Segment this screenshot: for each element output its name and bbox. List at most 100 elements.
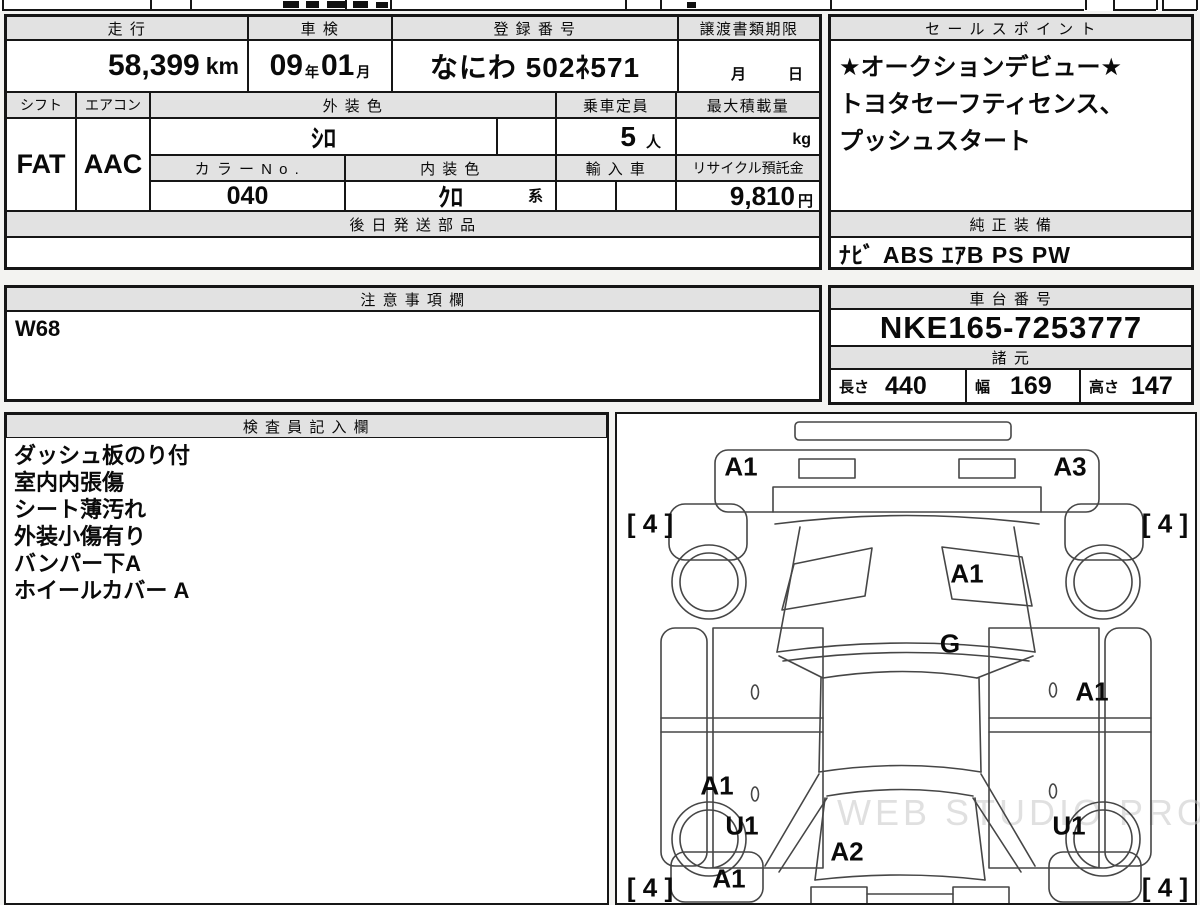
- inspection-header: 車 検: [248, 16, 392, 40]
- auction-sheet: 走 行 車 検 登 録 番 号 譲渡書類期限 58,399 km 09 年 01…: [0, 0, 1200, 905]
- equipment-value: ﾅﾋﾞ ABS ｴｱB PS PW: [839, 241, 1071, 268]
- recycle-header: リサイクル預託金: [676, 155, 820, 181]
- color-no-header: カ ラ ー N o .: [150, 155, 345, 181]
- damage-mark: U1: [725, 810, 759, 841]
- capacity-value: 5: [620, 120, 636, 152]
- spec-length-value: 440: [885, 371, 927, 400]
- aircon-value: AAC: [83, 149, 143, 179]
- sales-point-line: トヨタセーフティセンス、: [839, 91, 1124, 118]
- transfer-month-label: 月: [730, 66, 746, 83]
- notes-header: 注 意 事 項 欄: [6, 287, 820, 311]
- chassis-value-cell: NKE165-7253777: [830, 309, 1192, 346]
- damage-mark: U1: [1052, 810, 1086, 841]
- registration-value: なにわ 502ﾈ571: [429, 52, 641, 83]
- transfer-value-cell: 月 日: [678, 40, 820, 92]
- spec-length-cell: 長さ 440: [830, 369, 966, 403]
- damage-mark: A1: [712, 863, 746, 894]
- inspection-value-cell: 09 年 01 月: [248, 40, 392, 92]
- mileage-value: 58,399: [107, 49, 200, 82]
- shift-value: FAT: [16, 149, 66, 179]
- spec-height-label: 高さ: [1089, 378, 1120, 396]
- chassis-specs-box: 車 台 番 号 NKE165-7253777 諸 元 長さ 440 幅 169 …: [828, 285, 1194, 405]
- damage-mark: A1: [700, 770, 734, 801]
- main-info-table: 走 行 車 検 登 録 番 号 譲渡書類期限 58,399 km 09 年 01…: [4, 14, 822, 270]
- sales-points-content: ★オークションデビュー★ トヨタセーフティセンス、 プッシュスタート: [830, 40, 1192, 211]
- mileage-value-cell: 58,399 km: [6, 40, 248, 92]
- recycle-value-cell: 9,810 円: [676, 181, 820, 211]
- chassis-value: NKE165-7253777: [879, 309, 1143, 345]
- inspector-line: ダッシュ板のり付: [14, 443, 191, 468]
- notes-content: W68: [6, 311, 820, 400]
- exterior-color-empty-cell: [497, 118, 556, 155]
- sales-points-header: セ ー ル ス ポ イ ン ト: [830, 16, 1192, 40]
- interior-color-suffix: 系: [527, 188, 543, 205]
- inspection-month: 01: [321, 49, 355, 82]
- inspector-line: ホイールカバー A: [14, 578, 190, 603]
- import-empty-cell-1: [556, 181, 616, 211]
- sales-points-box: セ ー ル ス ポ イ ン ト ★オークションデビュー★ トヨタセーフティセンス…: [828, 14, 1194, 270]
- transfer-day-label: 日: [787, 66, 803, 83]
- damage-mark: A3: [1053, 451, 1087, 482]
- transfer-docs-header: 譲渡書類期限: [678, 16, 820, 40]
- specs-header: 諸 元: [830, 346, 1192, 369]
- notes-value: W68: [15, 316, 61, 341]
- damage-mark: A1: [950, 558, 984, 589]
- interior-color-value-cell: ｸﾛ 系: [345, 181, 556, 211]
- damage-mark: [ 4 ]: [1141, 872, 1189, 903]
- inspector-line: バンパー下A: [14, 551, 141, 576]
- import-car-header: 輸 入 車: [556, 155, 676, 181]
- shift-header: シフト: [6, 92, 76, 118]
- capacity-value-cell: 5 人: [556, 118, 676, 155]
- cutoff-row: [0, 0, 1200, 11]
- spec-width-cell: 幅 169: [966, 369, 1080, 403]
- interior-color-value: ｸﾛ: [437, 184, 463, 211]
- inspector-line: 外装小傷有り: [14, 524, 147, 549]
- inspection-year: 09: [269, 49, 303, 82]
- registration-value-cell: なにわ 502ﾈ571: [392, 40, 678, 92]
- spec-width-value: 169: [1010, 371, 1052, 400]
- import-empty-cell-2: [616, 181, 676, 211]
- damage-mark: [ 4 ]: [1141, 508, 1189, 539]
- spec-height-cell: 高さ 147: [1080, 369, 1192, 403]
- sales-point-line: プッシュスタート: [839, 128, 1031, 155]
- max-load-value-cell: kg: [676, 118, 820, 155]
- chassis-header: 車 台 番 号: [830, 287, 1192, 309]
- later-parts-header: 後 日 発 送 部 品: [6, 211, 820, 237]
- damage-diagram-box: WEB STUDIO PRO A1 A3 [4] [4] A1 G A1…: [615, 412, 1200, 905]
- damage-mark: G: [939, 628, 961, 659]
- recycle-value: 9,810: [729, 181, 795, 211]
- damage-mark: [ 4 ]: [626, 508, 674, 539]
- aircon-header: エアコン: [76, 92, 150, 118]
- damage-mark: A1: [724, 451, 758, 482]
- equipment-value-cell: ﾅﾋﾞ ABS ｴｱB PS PW: [830, 237, 1192, 268]
- damage-mark: A1: [1075, 676, 1109, 707]
- shift-value-cell: FAT: [6, 118, 76, 211]
- sales-point-line: ★オークションデビュー★: [839, 54, 1123, 81]
- damage-mark: A2: [830, 836, 864, 867]
- inspector-header: 検 査 員 記 入 欄: [6, 414, 607, 438]
- capacity-unit: 人: [645, 134, 661, 151]
- equipment-header: 純 正 装 備: [830, 211, 1192, 237]
- inspector-line: 室内内張傷: [14, 470, 125, 495]
- color-no-value: 040: [226, 181, 269, 210]
- spec-height-value: 147: [1131, 371, 1173, 400]
- inspector-line: シート薄汚れ: [14, 497, 147, 522]
- damage-mark: [ 4 ]: [626, 872, 674, 903]
- inspection-month-suffix: 月: [356, 64, 371, 80]
- exterior-color-value: ｼﾛ: [310, 124, 336, 153]
- spec-width-label: 幅: [975, 378, 991, 396]
- recycle-unit: 円: [797, 192, 813, 210]
- capacity-header: 乗車定員: [556, 92, 676, 118]
- inspector-box: 検 査 員 記 入 欄 ダッシュ板のり付 室内内張傷 シート薄汚れ 外装小傷有り…: [4, 412, 609, 905]
- registration-header: 登 録 番 号: [392, 16, 678, 40]
- interior-color-header: 内 装 色: [345, 155, 556, 181]
- max-load-header: 最大積載量: [676, 92, 820, 118]
- exterior-color-header: 外 装 色: [150, 92, 556, 118]
- exterior-color-value-cell: ｼﾛ: [150, 118, 497, 155]
- mileage-header: 走 行: [6, 16, 248, 40]
- inspector-content: ダッシュ板のり付 室内内張傷 シート薄汚れ 外装小傷有り バンパー下A ホイール…: [6, 438, 615, 604]
- notes-box: 注 意 事 項 欄 W68: [4, 285, 822, 402]
- max-load-unit: kg: [792, 131, 811, 148]
- inspection-year-suffix: 年: [305, 64, 319, 80]
- aircon-value-cell: AAC: [76, 118, 150, 211]
